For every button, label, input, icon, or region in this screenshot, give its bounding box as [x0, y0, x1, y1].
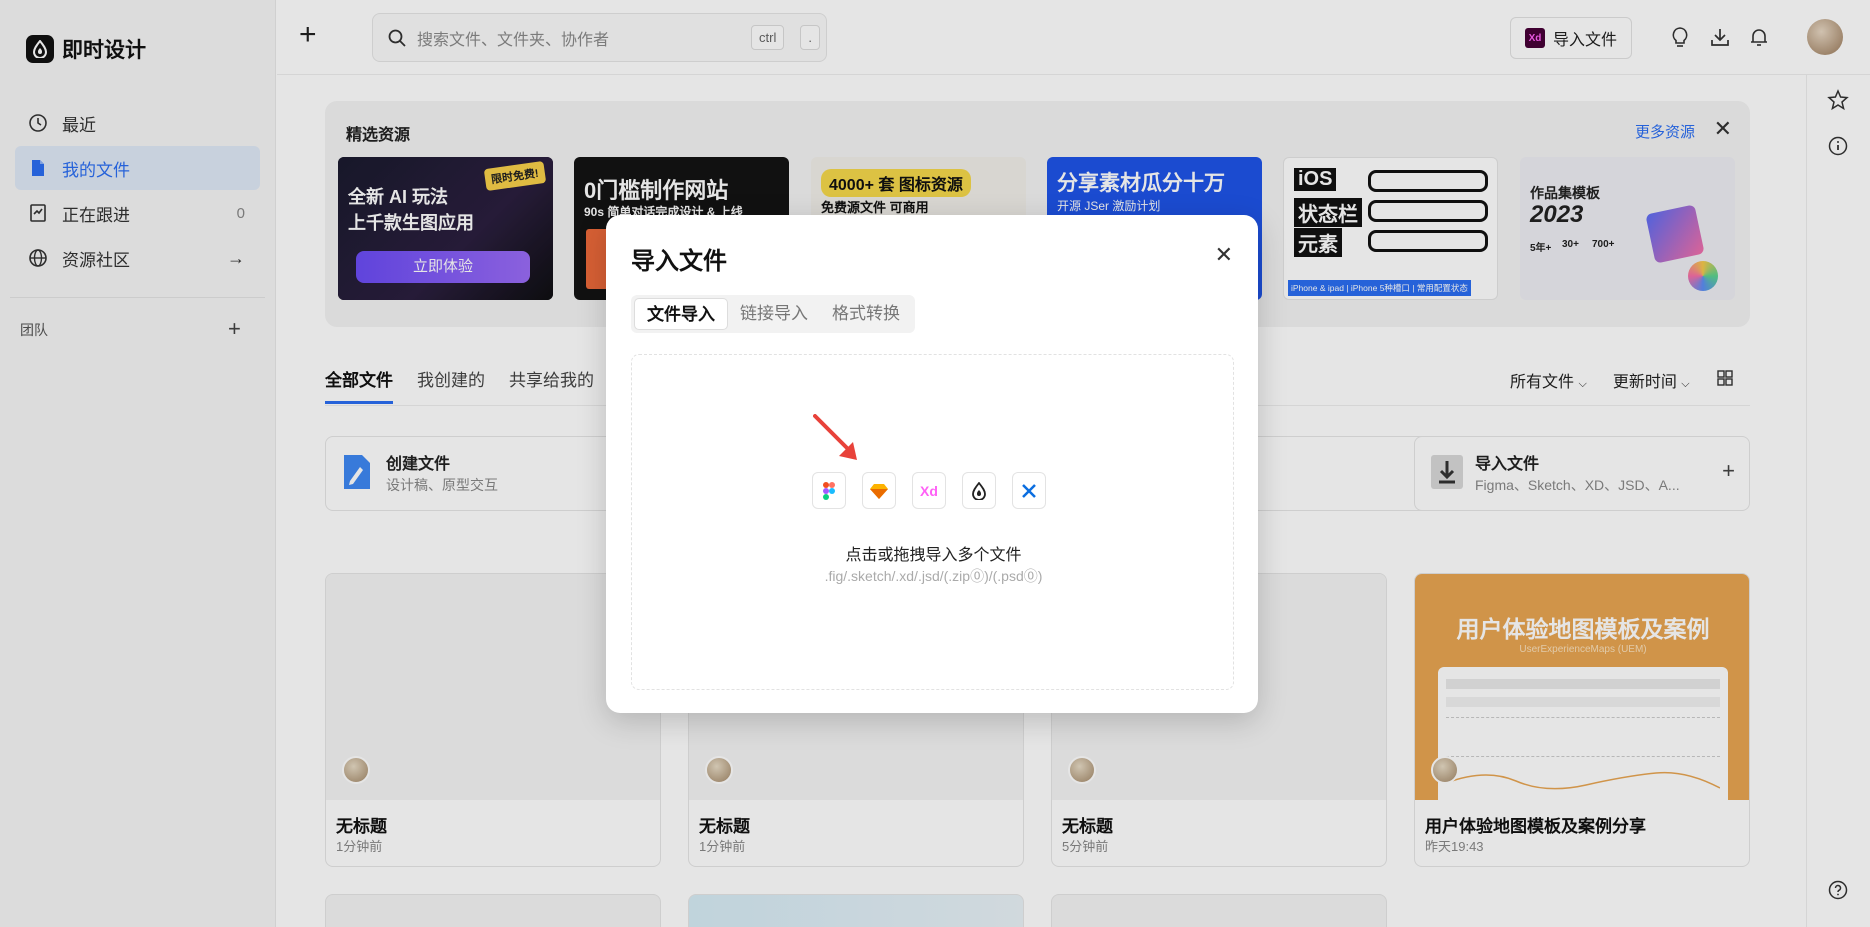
sketch-icon: [862, 472, 896, 509]
tab-link-import[interactable]: 链接导入: [728, 298, 820, 330]
tab-file-import[interactable]: 文件导入: [634, 298, 728, 330]
format-icons: Xd: [812, 472, 1046, 509]
jsd-icon: [962, 472, 996, 509]
dropzone-formats: .fig/.sketch/.xd/.jsd/(.zip⓪)/(.psd⓪): [824, 568, 1043, 584]
close-icon[interactable]: ✕: [1215, 242, 1233, 268]
xd-icon: Xd: [912, 472, 946, 509]
modal-title: 导入文件: [631, 248, 727, 275]
pointer-arrow-icon: [813, 414, 857, 460]
import-mode-tabs: 文件导入 链接导入 格式转换: [631, 295, 915, 333]
tab-format-convert[interactable]: 格式转换: [820, 298, 912, 330]
file-dropzone[interactable]: Xd 点击或拖拽导入多个文件 .fig/.sketch/.xd/.jsd/(.z…: [631, 354, 1234, 690]
import-file-modal: 导入文件 ✕ 文件导入 链接导入 格式转换 Xd 点击或拖拽导入多个文件 .fi…: [606, 215, 1258, 713]
axure-icon: [1012, 472, 1046, 509]
figma-icon: [812, 472, 846, 509]
dropzone-text: 点击或拖拽导入多个文件: [845, 547, 1022, 564]
